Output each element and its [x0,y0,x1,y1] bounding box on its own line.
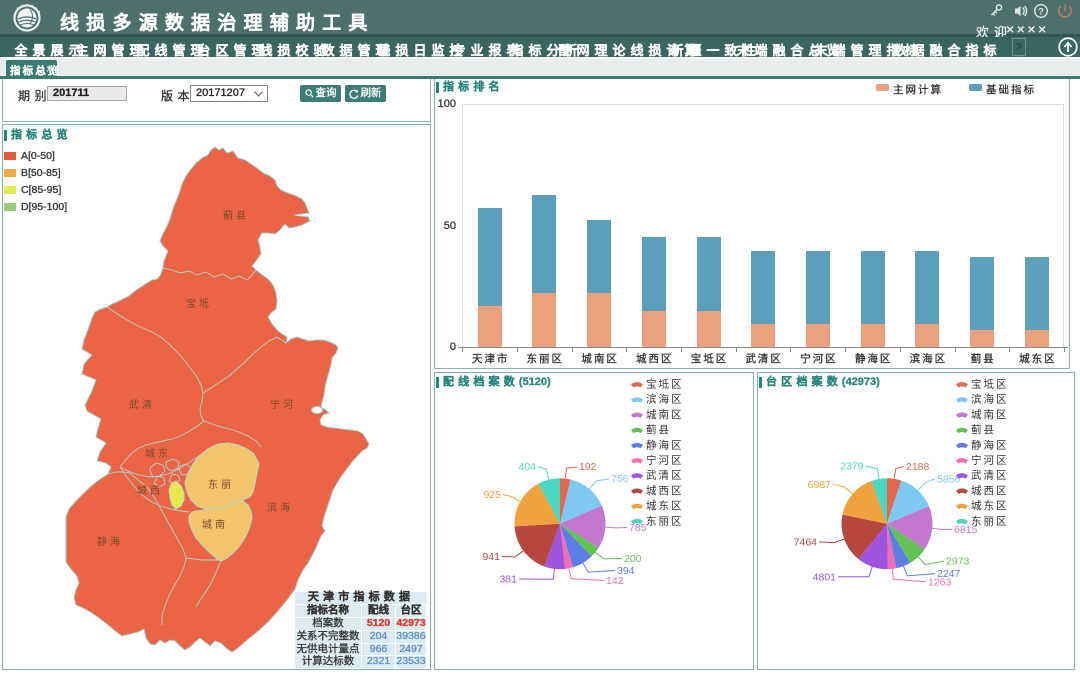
svg-text:785: 785 [629,522,647,534]
svg-text:武清区: 武清区 [646,469,684,482]
svg-text:宝坻区: 宝坻区 [971,378,1009,391]
svg-text:宝坻: 宝坻 [186,297,212,310]
svg-text:925: 925 [483,489,501,501]
svg-text:941: 941 [482,551,500,563]
svg-text:东丽区: 东丽区 [646,514,684,527]
svg-text:756: 756 [611,473,629,485]
svg-text:?: ? [1038,7,1044,18]
svg-text:宝坻区: 宝坻区 [646,378,684,391]
svg-text:宁河区: 宁河区 [971,454,1009,467]
svg-text:滨海区: 滨海区 [646,393,684,406]
svg-text:蓟县: 蓟县 [223,209,249,222]
svg-text:静海区: 静海区 [646,438,684,451]
svg-text:200: 200 [624,553,642,565]
svg-text:东丽: 东丽 [208,478,234,491]
svg-text:东丽区: 东丽区 [971,514,1009,527]
svg-text:蓟县: 蓟县 [971,423,996,436]
svg-text:滨海: 滨海 [267,501,293,514]
svg-text:武清区: 武清区 [971,469,1009,482]
svg-text:蓟县: 蓟县 [646,423,671,436]
svg-text:城南区: 城南区 [971,408,1009,421]
svg-text:城南: 城南 [202,518,228,531]
svg-text:城南区: 城南区 [646,408,684,421]
svg-text:城西: 城西 [137,485,163,497]
svg-text:142: 142 [606,575,624,587]
svg-text:城东区: 城东区 [646,499,684,512]
svg-text:静海区: 静海区 [971,438,1009,451]
svg-text:381: 381 [499,574,517,586]
svg-text:2188: 2188 [906,461,930,473]
svg-text:城西区: 城西区 [646,485,684,497]
svg-text:城东: 城东 [145,447,171,460]
svg-text:城西区: 城西区 [971,485,1009,497]
svg-text:宁河区: 宁河区 [646,454,684,467]
svg-text:1263: 1263 [928,577,952,589]
svg-text:静海: 静海 [97,535,123,548]
svg-text:滨海区: 滨海区 [971,393,1009,406]
svg-text:2379: 2379 [840,461,864,473]
svg-text:404: 404 [518,461,536,473]
svg-text:192: 192 [579,461,597,473]
svg-text:6987: 6987 [808,479,832,491]
svg-text:2973: 2973 [946,556,970,568]
svg-text:城东区: 城东区 [971,499,1009,512]
svg-text:宁河: 宁河 [270,398,296,411]
svg-text:4801: 4801 [813,572,837,584]
svg-text:武清: 武清 [129,398,155,411]
svg-text:7464: 7464 [794,537,818,549]
